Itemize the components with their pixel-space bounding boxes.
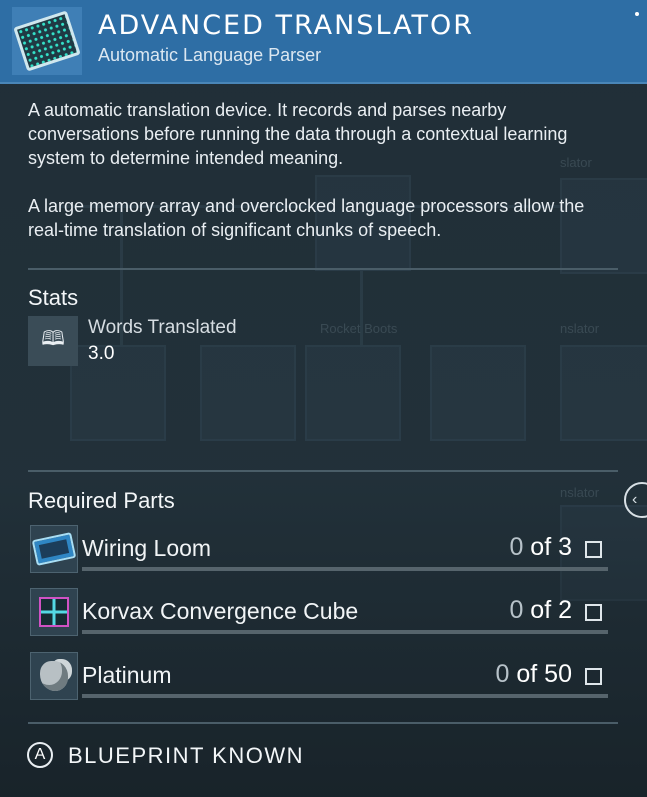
part-required: of 50	[516, 660, 572, 688]
part-required: of 3	[530, 533, 572, 561]
divider	[28, 722, 618, 724]
part-progress-bar	[82, 630, 608, 634]
part-have: 0	[509, 533, 524, 561]
book-icon: 🕮	[28, 316, 78, 366]
part-name: Platinum	[82, 662, 172, 688]
part-name: Korvax Convergence Cube	[82, 598, 359, 624]
stat-label: Words Translated	[88, 317, 237, 338]
part-name: Wiring Loom	[82, 535, 212, 561]
part-progress-bar	[82, 567, 608, 571]
part-progress-bar	[82, 694, 608, 698]
required-part-row: Korvax Convergence Cube 0 of 2	[28, 588, 608, 638]
part-have: 0	[509, 596, 524, 624]
stats-heading: Stats	[28, 285, 79, 310]
part-checkbox	[585, 541, 602, 558]
divider	[28, 470, 618, 472]
platinum-icon	[30, 652, 78, 700]
description-paragraph-1: A automatic translation device. It recor…	[28, 100, 568, 168]
item-header: ADVANCED TRANSLATOR Automatic Language P…	[0, 0, 647, 84]
convergence-cube-icon	[30, 588, 78, 636]
part-count: 0 of 3	[509, 533, 572, 562]
part-have: 0	[495, 660, 510, 688]
required-parts-heading: Required Parts	[28, 488, 175, 513]
part-checkbox	[585, 668, 602, 685]
stat-value: 3.0	[88, 343, 115, 364]
blueprint-known-label: BLUEPRINT KNOWN	[68, 743, 305, 768]
required-part-row: Wiring Loom 0 of 3	[28, 525, 608, 575]
part-count: 0 of 50	[496, 660, 572, 689]
divider	[28, 268, 618, 270]
wiring-loom-icon	[30, 525, 78, 573]
item-subtitle: Automatic Language Parser	[98, 45, 322, 65]
required-part-row: Platinum 0 of 50	[28, 652, 608, 702]
header-indicator-dot	[635, 12, 639, 16]
translator-chip-icon	[12, 7, 82, 75]
a-button-icon[interactable]: A	[27, 742, 53, 768]
part-count: 0 of 2	[509, 596, 572, 625]
part-checkbox	[585, 604, 602, 621]
description-paragraph-2: A large memory array and overclocked lan…	[28, 196, 585, 240]
part-required: of 2	[530, 596, 572, 624]
item-title: ADVANCED TRANSLATOR	[98, 10, 474, 41]
